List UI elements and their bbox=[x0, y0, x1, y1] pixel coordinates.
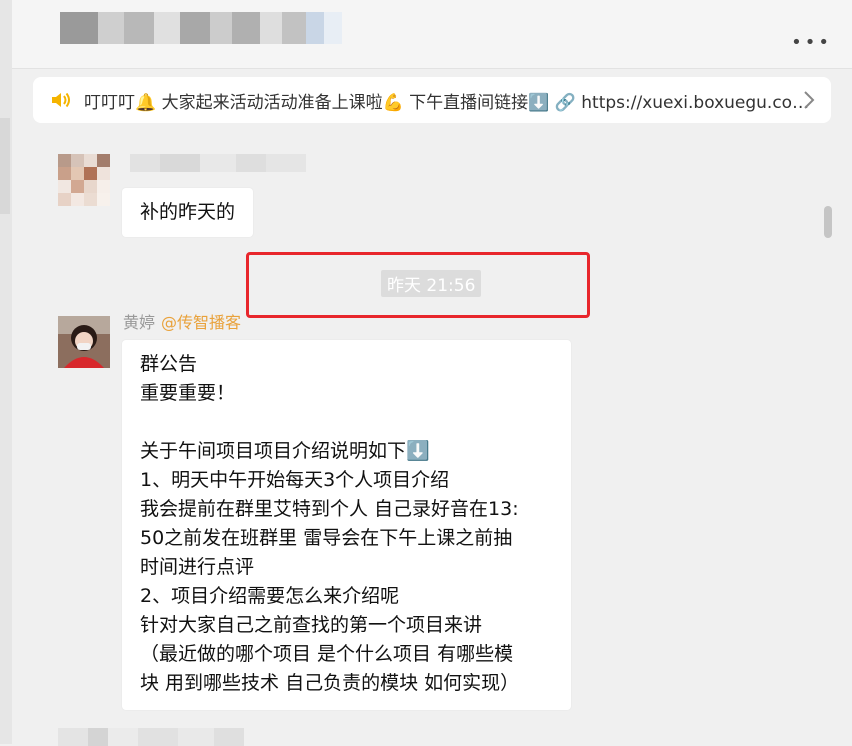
announcement-line: 1、明天中午开始每天3个人项目介绍 bbox=[140, 469, 450, 491]
left-panel-segment bbox=[0, 118, 10, 214]
sender-name[interactable]: 黄婷 bbox=[123, 313, 155, 332]
chat-title-blurred bbox=[60, 12, 342, 44]
announcement-line bbox=[140, 408, 553, 437]
more-icon: ••• bbox=[791, 32, 832, 53]
message-bubble[interactable]: 补的昨天的 bbox=[122, 188, 254, 237]
chevron-right-icon[interactable] bbox=[799, 89, 819, 111]
group-notice-bar[interactable]: 叮叮叮🔔 大家起来活动活动准备上课啦💪 下午直播间链接⬇️ 🔗 https://… bbox=[33, 77, 831, 123]
chat-header: ••• bbox=[12, 0, 852, 69]
left-panel-edge bbox=[0, 0, 12, 744]
announcement-line: 时间进行点评 bbox=[140, 556, 255, 578]
announcement-bubble[interactable]: 群公告 重要重要！ 关于午间项目项目介绍说明如下⬇️ 1、明天中午开始每天3个人… bbox=[122, 340, 571, 710]
announcement-line: 块 用到哪些技术 自己负责的模块 如何实现） bbox=[140, 672, 520, 694]
speaker-icon bbox=[50, 88, 74, 112]
sender-name-blurred bbox=[130, 154, 306, 172]
announcement-line: 重要重要！ bbox=[140, 382, 236, 404]
more-options-button[interactable]: ••• bbox=[791, 32, 832, 53]
announcement-line: 群公告 bbox=[140, 353, 198, 375]
mention-tag[interactable]: @传智播客 bbox=[161, 313, 241, 332]
announcement-line: 针对大家自己之前查找的第一个项目来讲 bbox=[140, 614, 483, 636]
announcement-line: 关于午间项目项目介绍说明如下⬇️ bbox=[140, 440, 430, 462]
announcement-line: （最近做的哪个项目 是个什么项目 有哪些模 bbox=[140, 643, 514, 665]
announcement-line: 我会提前在群里艾特到个人 自己录好音在13: bbox=[140, 498, 519, 520]
avatar[interactable] bbox=[58, 316, 110, 368]
chat-area: 补的昨天的 昨天 21:56 黄婷 @传智播客 群公告 重要重要！ 关于午间项目项… bbox=[12, 124, 852, 746]
message-timestamp: 昨天 21:56 bbox=[381, 270, 482, 297]
message-text: 补的昨天的 bbox=[140, 201, 236, 223]
next-message-blurred bbox=[58, 728, 244, 746]
announcement-line: 2、项目介绍需要怎么来介绍呢 bbox=[140, 585, 400, 607]
avatar-blurred[interactable] bbox=[58, 154, 110, 206]
notice-text: 叮叮叮🔔 大家起来活动活动准备上课啦💪 下午直播间链接⬇️ 🔗 https://… bbox=[84, 92, 814, 113]
sender-line: 黄婷 @传智播客 bbox=[123, 309, 241, 333]
announcement-line: 50之前发在班群里 雷导会在下午上课之前抽 bbox=[140, 527, 513, 549]
